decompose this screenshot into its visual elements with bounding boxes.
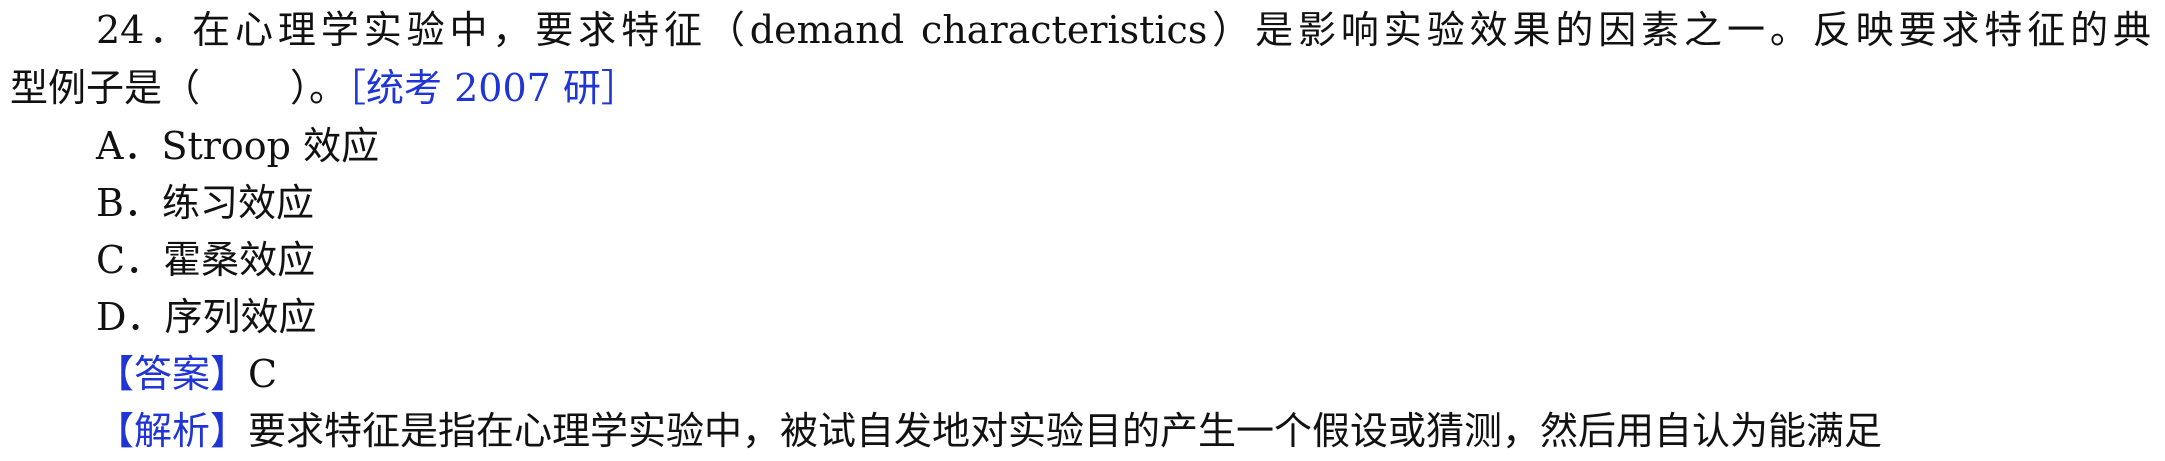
answer-line: 【答案】C	[96, 346, 277, 402]
question-suffix: ）。	[290, 66, 348, 110]
option-text: 霍桑效应	[163, 238, 316, 282]
option-d: D．序列效应	[96, 289, 316, 345]
answer-tag: 【答案】	[96, 352, 249, 396]
option-text: 练习效应	[161, 181, 314, 225]
option-a: A．Stroop 效应	[96, 118, 379, 174]
analysis-text: 要求特征是指在心理学实验中，被试自发地对实验目的产生一个假设或猜测，然后用自认为…	[248, 409, 1883, 453]
analysis-line: 【解析】要求特征是指在心理学实验中，被试自发地对实验目的产生一个假设或猜测，然后…	[96, 403, 2151, 459]
option-label: B．	[96, 181, 162, 225]
answer-value: C	[248, 352, 278, 396]
option-label: A．	[96, 124, 162, 168]
question-line-2: 型例子是（ ）。［统考 2007 研］	[10, 60, 639, 116]
option-b: B．练习效应	[96, 175, 314, 231]
question-source: ［统考 2007 研］	[347, 66, 639, 110]
option-text: 序列效应	[164, 295, 317, 339]
question-line-1: 24．在心理学实验中，要求特征（demand characteristics）是…	[96, 8, 2151, 52]
option-label: D．	[96, 295, 165, 339]
option-c: C．霍桑效应	[96, 232, 315, 288]
analysis-tag: 【解析】	[96, 409, 249, 453]
document-page: 24．在心理学实验中，要求特征（demand characteristics）是…	[0, 0, 2165, 461]
option-label: C．	[96, 238, 164, 282]
option-text: Stroop 效应	[161, 124, 380, 168]
question-prefix: 型例子是（	[10, 66, 201, 110]
